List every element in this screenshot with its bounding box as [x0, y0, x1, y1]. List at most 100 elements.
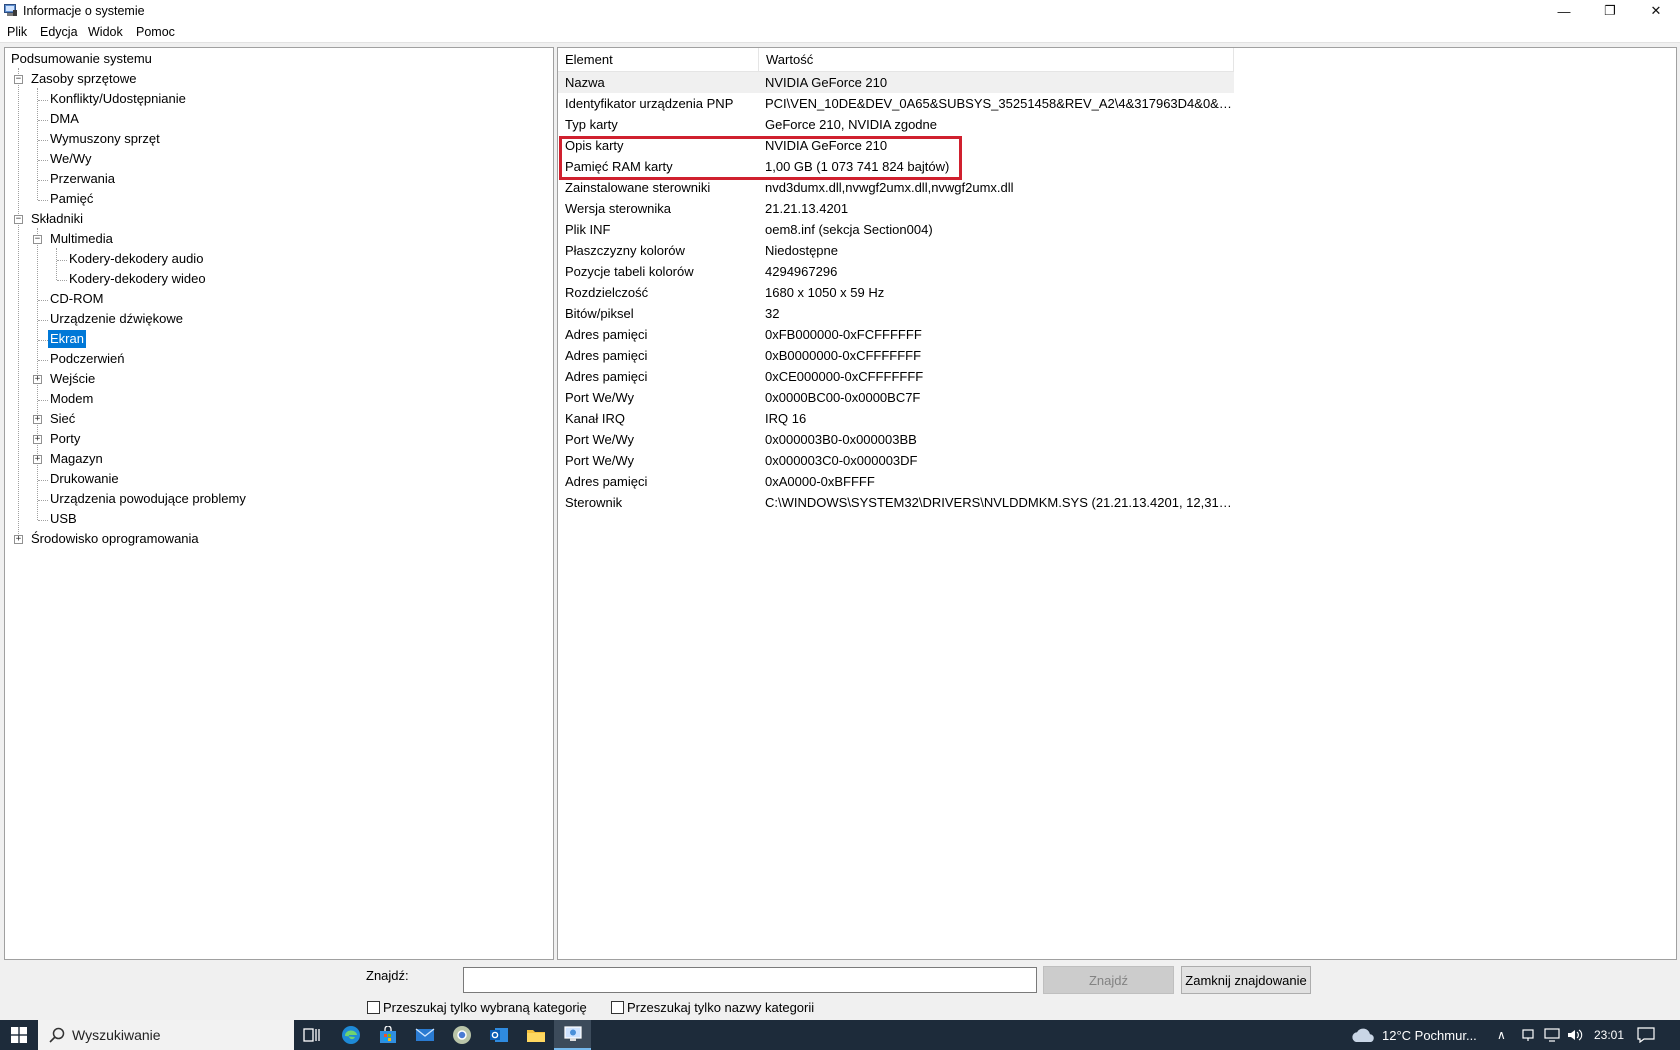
tree-item[interactable]: CD-ROM: [48, 290, 105, 308]
tree-item[interactable]: Przerwania: [48, 170, 117, 188]
clock[interactable]: 23:01: [1594, 1020, 1624, 1050]
file-explorer-icon[interactable]: [517, 1020, 554, 1050]
expand-icon[interactable]: +: [14, 535, 23, 544]
column-header-value[interactable]: Wartość: [759, 48, 1234, 72]
chrome-icon[interactable]: [443, 1020, 480, 1050]
tray-chevron-icon[interactable]: ∧: [1497, 1020, 1506, 1050]
store-icon[interactable]: [369, 1020, 406, 1050]
start-button[interactable]: [0, 1020, 38, 1050]
restore-button[interactable]: ❐: [1587, 0, 1633, 22]
tree-item[interactable]: DMA: [48, 110, 81, 128]
table-row[interactable]: Zainstalowane sterowniki nvd3dumx.dll,nvw…: [558, 177, 1234, 198]
weather-widget[interactable]: 12°C Pochmur...: [1350, 1020, 1477, 1050]
outlook-icon[interactable]: [480, 1020, 517, 1050]
tree-connector: [38, 100, 48, 101]
tree-item[interactable]: Drukowanie: [48, 470, 121, 488]
taskbar-search[interactable]: Wyszukiwanie: [38, 1020, 294, 1050]
tree-item[interactable]: Urządzenia powodujące problemy: [48, 490, 248, 508]
table-row[interactable]: Sterownik C:\WINDOWS\SYSTEM32\DRIVERS\NVL…: [558, 492, 1234, 513]
tree-item[interactable]: Wejście: [48, 370, 97, 388]
table-row[interactable]: Płaszczyzny kolorów Niedostępne: [558, 240, 1234, 261]
checkbox-box[interactable]: [611, 1001, 624, 1014]
volume-icon[interactable]: [1567, 1020, 1583, 1050]
table-row[interactable]: Adres pamięci 0xFB000000-0xFCFFFFFF: [558, 324, 1234, 345]
tree-item[interactable]: Kodery-dekodery audio: [67, 250, 205, 268]
tree-item[interactable]: Podczerwień: [48, 350, 126, 368]
category-tree[interactable]: Podsumowanie systemu − Zasoby sprzętowe Ko…: [5, 48, 553, 959]
expand-icon[interactable]: +: [33, 435, 42, 444]
table-row[interactable]: Kanał IRQ IRQ 16: [558, 408, 1234, 429]
find-button[interactable]: Znajdź: [1043, 966, 1174, 994]
tree-item[interactable]: Porty: [48, 430, 82, 448]
tree-item[interactable]: Magazyn: [48, 450, 105, 468]
table-row[interactable]: Adres pamięci 0xCE000000-0xCFFFFFFF: [558, 366, 1234, 387]
notifications-icon[interactable]: [1637, 1020, 1655, 1050]
collapse-icon[interactable]: −: [14, 75, 23, 84]
table-row[interactable]: Wersja sterownika 21.21.13.4201: [558, 198, 1234, 219]
tree-item[interactable]: USB: [48, 510, 79, 528]
column-header-element[interactable]: Element: [558, 48, 759, 72]
menu-edycja[interactable]: Edycja: [40, 25, 78, 39]
expand-icon[interactable]: +: [33, 455, 42, 464]
tree-item[interactable]: Pamięć: [48, 190, 95, 208]
table-row[interactable]: Pozycje tabeli kolorów 4294967296: [558, 261, 1234, 282]
table-row[interactable]: Port We/Wy 0x000003B0-0x000003BB: [558, 429, 1234, 450]
find-label: Znajdź:: [366, 968, 409, 983]
expand-icon[interactable]: +: [33, 415, 42, 424]
checkbox-box[interactable]: [367, 1001, 380, 1014]
table-row[interactable]: Nazwa NVIDIA GeForce 210: [558, 72, 1234, 93]
expand-icon[interactable]: +: [33, 375, 42, 384]
table-row[interactable]: Adres pamięci 0xB0000000-0xCFFFFFFF: [558, 345, 1234, 366]
tree-item[interactable]: Zasoby sprzętowe: [29, 70, 139, 88]
tree-item[interactable]: Sieć: [48, 410, 77, 428]
close-button[interactable]: ✕: [1633, 0, 1679, 22]
system-info-icon[interactable]: [554, 1020, 591, 1050]
tree-item[interactable]: We/Wy: [48, 150, 94, 168]
tree-item[interactable]: Konflikty/Udostępnianie: [48, 90, 188, 108]
details-pane[interactable]: Element Wartość Nazwa NVIDIA GeForce 210 I…: [557, 47, 1677, 960]
tree-connector: [38, 500, 48, 501]
search-icon: [49, 1027, 65, 1043]
tree-item[interactable]: Urządzenie dźwiękowe: [48, 310, 185, 328]
task-view-icon[interactable]: [293, 1020, 330, 1050]
tree-item[interactable]: Multimedia: [48, 230, 115, 248]
search-selected-category-checkbox[interactable]: Przeszukaj tylko wybraną kategorię: [367, 1000, 587, 1015]
table-row[interactable]: Typ karty GeForce 210, NVIDIA zgodne: [558, 114, 1234, 135]
tree-item[interactable]: Ekran: [48, 330, 86, 348]
tree-item[interactable]: Modem: [48, 390, 95, 408]
category-tree-pane[interactable]: Podsumowanie systemu − Zasoby sprzętowe Ko…: [4, 47, 554, 960]
close-find-button[interactable]: Zamknij znajdowanie: [1181, 966, 1311, 994]
collapse-icon[interactable]: −: [14, 215, 23, 224]
table-row[interactable]: Adres pamięci 0xA0000-0xBFFFF: [558, 471, 1234, 492]
table-row[interactable]: Rozdzielczość 1680 x 1050 x 59 Hz: [558, 282, 1234, 303]
table-row[interactable]: Bitów/piksel 32: [558, 303, 1234, 324]
find-input[interactable]: [463, 967, 1037, 993]
table-row[interactable]: Opis karty NVIDIA GeForce 210: [558, 135, 1234, 156]
tree-connector: [38, 120, 48, 121]
tree-item[interactable]: Składniki: [29, 210, 85, 228]
tree-connector: [38, 180, 48, 181]
table-row[interactable]: Port We/Wy 0x000003C0-0x000003DF: [558, 450, 1234, 471]
menu-widok[interactable]: Widok: [88, 25, 123, 39]
cell-element: Zainstalowane sterowniki: [565, 180, 711, 195]
table-row[interactable]: Plik INF oem8.inf (sekcja Section004): [558, 219, 1234, 240]
cell-element: Płaszczyzny kolorów: [565, 243, 685, 258]
display-icon[interactable]: [1544, 1020, 1560, 1050]
mail-icon[interactable]: [406, 1020, 443, 1050]
tree-item[interactable]: Środowisko oprogramowania: [29, 530, 201, 548]
cell-element: Sterownik: [565, 495, 623, 510]
edge-icon[interactable]: [332, 1020, 369, 1050]
cell-element: Pozycje tabeli kolorów: [565, 264, 694, 279]
network-icon[interactable]: [1521, 1020, 1535, 1050]
table-row[interactable]: Pamięć RAM karty 1,00 GB (1 073 741 824 b…: [558, 156, 1234, 177]
minimize-button[interactable]: —: [1541, 0, 1587, 22]
menu-pomoc[interactable]: Pomoc: [136, 25, 175, 39]
search-category-names-checkbox[interactable]: Przeszukaj tylko nazwy kategorii: [611, 1000, 814, 1015]
tree-item[interactable]: Kodery-dekodery wideo: [67, 270, 208, 288]
table-row[interactable]: Identyfikator urządzenia PNP PCI\VEN_10DE…: [558, 93, 1234, 114]
menu-plik[interactable]: Plik: [7, 25, 27, 39]
table-row[interactable]: Port We/Wy 0x0000BC00-0x0000BC7F: [558, 387, 1234, 408]
tree-item-root[interactable]: Podsumowanie systemu: [9, 50, 154, 68]
tree-item[interactable]: Wymuszony sprzęt: [48, 130, 162, 148]
collapse-icon[interactable]: −: [33, 235, 42, 244]
